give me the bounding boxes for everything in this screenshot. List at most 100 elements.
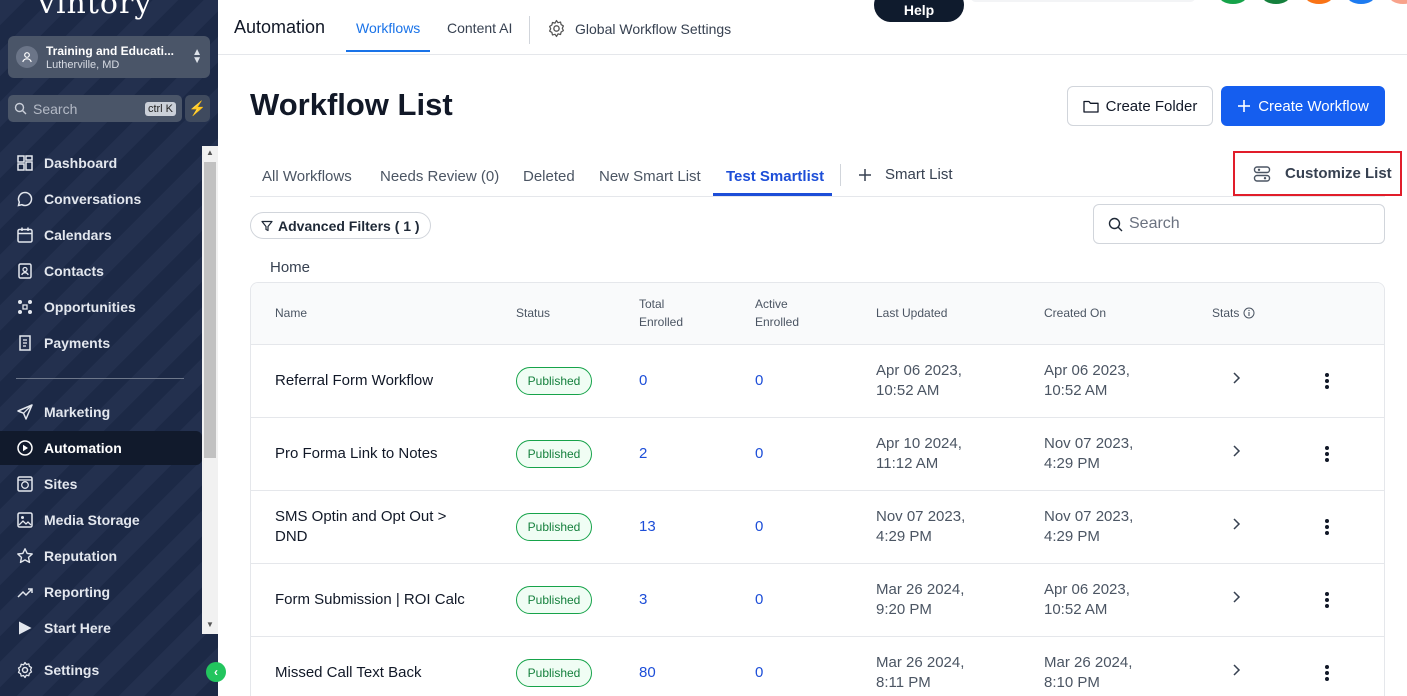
name-line: Referral Form Workflow: [275, 372, 434, 389]
total-enrolled[interactable]: 2: [639, 444, 647, 464]
sidebar-search[interactable]: Search ctrl K: [8, 95, 182, 122]
column-header-last-updated[interactable]: Last Updated: [876, 304, 947, 322]
sidebar-item-label: Calendars: [44, 227, 112, 243]
sidebar-item-reputation[interactable]: Reputation: [0, 539, 202, 573]
tab-new-smart-list[interactable]: New Smart List: [599, 168, 701, 185]
add-smart-list-label: Smart List: [885, 166, 953, 183]
active-tab-indicator: [346, 50, 430, 52]
top-search-field[interactable]: [970, 0, 1196, 2]
chevron-right-icon[interactable]: [1231, 444, 1241, 463]
name-line: Form Submission | ROI Calc: [275, 591, 465, 608]
chevron-right-icon[interactable]: [1231, 590, 1241, 609]
scroll-up-icon[interactable]: ▲: [202, 146, 218, 160]
total-enrolled[interactable]: 80: [639, 663, 656, 683]
total-enrolled[interactable]: 0: [639, 371, 647, 391]
table-row[interactable]: SMS Optin and Opt Out > DND Published 13 0 No…: [251, 491, 1384, 564]
chevron-right-icon[interactable]: [1231, 517, 1241, 536]
table-row[interactable]: Pro Forma Link to Notes Published 2 0 Apr 10…: [251, 418, 1384, 491]
sidebar-item-automation[interactable]: Automation: [0, 431, 202, 465]
info-icon[interactable]: [1243, 307, 1255, 319]
tab-all-workflows[interactable]: All Workflows: [262, 168, 352, 185]
star-icon: [17, 548, 33, 564]
active-enrolled[interactable]: 0: [755, 663, 763, 683]
create-workflow-button[interactable]: Create Workflow: [1221, 86, 1385, 126]
chevron-right-icon[interactable]: [1231, 663, 1241, 682]
column-header-status[interactable]: Status: [516, 304, 550, 322]
quick-action-bolt-icon[interactable]: ⚡: [185, 95, 210, 122]
sidebar-item-start-here[interactable]: Start Here: [0, 611, 202, 645]
status-dot-icon[interactable]: [1261, 0, 1291, 4]
sidebar-item-marketing[interactable]: Marketing: [0, 395, 202, 429]
status-dot-icon[interactable]: [1346, 0, 1376, 4]
active-enrolled[interactable]: 0: [755, 371, 763, 391]
tab-content-ai[interactable]: Content AI: [447, 20, 512, 36]
sidebar-item-label: Marketing: [44, 404, 111, 420]
tab-global-workflow-settings[interactable]: Global Workflow Settings: [547, 19, 731, 38]
sidebar-item-contacts[interactable]: Contacts: [0, 254, 202, 288]
sidebar-item-calendars[interactable]: Calendars: [0, 218, 202, 252]
sidebar-item-reporting[interactable]: Reporting: [0, 575, 202, 609]
avatar[interactable]: [1388, 0, 1407, 4]
column-header-total-enrolled[interactable]: Total Enrolled: [639, 295, 683, 331]
status-badge: Published: [516, 659, 592, 687]
more-options-icon[interactable]: [1323, 591, 1331, 609]
sidebar-item-settings[interactable]: Settings: [0, 653, 202, 687]
more-options-icon[interactable]: [1323, 372, 1331, 390]
sidebar-item-conversations[interactable]: Conversations: [0, 182, 202, 216]
total-enrolled[interactable]: 3: [639, 590, 647, 610]
customize-list-button[interactable]: Customize List: [1233, 151, 1402, 196]
tabs-divider: [250, 196, 1385, 197]
advanced-filters-button[interactable]: Advanced Filters ( 1 ): [250, 212, 431, 239]
table-row[interactable]: Form Submission | ROI Calc Published 3 0 Mar…: [251, 564, 1384, 637]
sidebar-item-payments[interactable]: Payments: [0, 326, 202, 360]
plus-icon: [859, 168, 871, 181]
sidebar-item-label: Settings: [44, 662, 100, 678]
scroll-down-icon[interactable]: ▼: [202, 618, 218, 632]
column-header-stats[interactable]: Stats: [1212, 304, 1255, 322]
active-enrolled[interactable]: 0: [755, 517, 763, 537]
account-switcher[interactable]: Training and Educati... Lutherville, MD …: [8, 36, 210, 78]
add-smart-list-button[interactable]: Smart List: [858, 166, 953, 183]
status-dot-icon[interactable]: [1304, 0, 1334, 4]
table-header: Name Status Total Enrolled Active Enroll…: [251, 283, 1384, 345]
create-folder-button[interactable]: Create Folder: [1067, 86, 1213, 126]
workflow-name[interactable]: Form Submission | ROI Calc: [275, 590, 465, 610]
table-row[interactable]: Referral Form Workflow Published 0 0 Apr 06 …: [251, 345, 1384, 418]
collapse-sidebar-icon[interactable]: ‹: [206, 662, 226, 682]
more-options-icon[interactable]: [1323, 445, 1331, 463]
tab-deleted[interactable]: Deleted: [523, 168, 575, 185]
help-button[interactable]: Help: [874, 0, 964, 22]
breadcrumb[interactable]: Home: [270, 259, 310, 276]
table-row[interactable]: Missed Call Text Back Published 80 0 Mar 26 …: [251, 637, 1384, 696]
workflow-name[interactable]: SMS Optin and Opt Out > DND: [275, 507, 446, 547]
sidebar-scrollbar[interactable]: ▲ ▼: [202, 146, 218, 634]
sidebar-item-sites[interactable]: Sites: [0, 467, 202, 501]
workflow-name[interactable]: Pro Forma Link to Notes: [275, 444, 438, 464]
column-header-created-on[interactable]: Created On: [1044, 304, 1106, 322]
chevron-right-icon[interactable]: [1231, 371, 1241, 390]
tab-test-smartlist[interactable]: Test Smartlist: [726, 168, 824, 185]
column-header-name[interactable]: Name: [275, 304, 307, 322]
search-icon: [14, 102, 27, 115]
total-enrolled[interactable]: 13: [639, 517, 656, 537]
tab-workflows[interactable]: Workflows: [356, 20, 420, 36]
active-enrolled[interactable]: 0: [755, 444, 763, 464]
time-line: 4:29 PM: [1044, 455, 1100, 472]
more-options-icon[interactable]: [1323, 518, 1331, 536]
sidebar-item-opportunities[interactable]: Opportunities: [0, 290, 202, 324]
status-dot-icon[interactable]: [1218, 0, 1248, 4]
search-input[interactable]: Search: [1093, 204, 1385, 244]
sidebar-item-dashboard[interactable]: Dashboard: [0, 146, 202, 180]
workflow-name[interactable]: Missed Call Text Back: [275, 663, 421, 683]
more-options-icon[interactable]: [1323, 664, 1331, 682]
sidebar-item-label: Opportunities: [44, 299, 136, 315]
search-placeholder: Search: [33, 100, 78, 117]
last-updated: Apr 06 2023, 10:52 AM: [876, 361, 962, 401]
sidebar-item-media-storage[interactable]: Media Storage: [0, 503, 202, 537]
tab-needs-review[interactable]: Needs Review (0): [380, 168, 499, 185]
column-header-active-enrolled[interactable]: Active Enrolled: [755, 295, 799, 331]
app-root: vintory Training and Educati... Luthervi…: [0, 0, 1407, 696]
workflow-name[interactable]: Referral Form Workflow: [275, 371, 433, 391]
active-enrolled[interactable]: 0: [755, 590, 763, 610]
scroll-thumb[interactable]: [204, 162, 216, 458]
